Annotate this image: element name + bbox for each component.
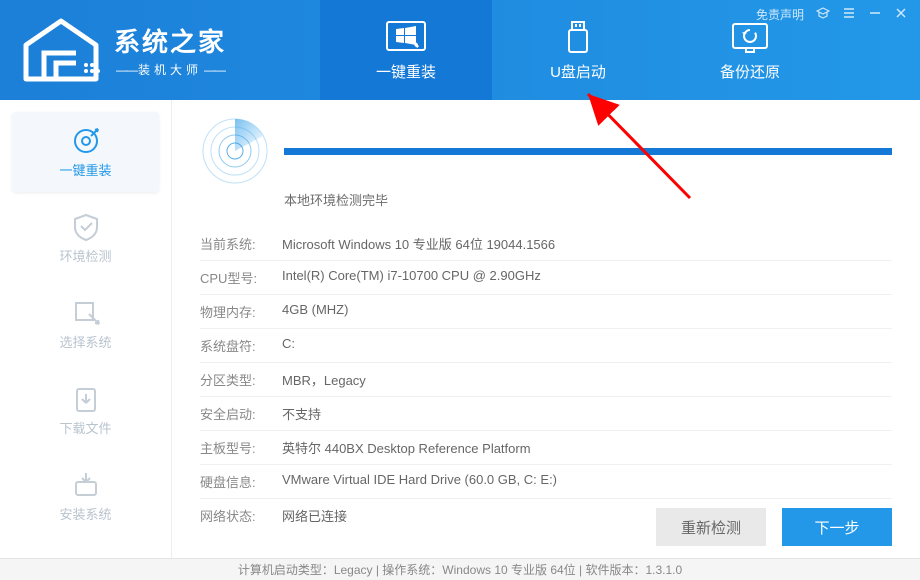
- minimize-button[interactable]: [868, 6, 882, 23]
- action-buttons: 重新检测 下一步: [656, 508, 892, 546]
- tab-reinstall[interactable]: 一键重装: [320, 0, 492, 100]
- sidebar: 一键重装 环境检测 选择系统 下载文件 安装系统: [0, 100, 172, 558]
- logo-subtitle: 装机大师: [114, 61, 226, 78]
- menu-icon[interactable]: [842, 6, 856, 23]
- info-row: CPU型号:Intel(R) Core(TM) i7-10700 CPU @ 2…: [200, 261, 892, 295]
- titlebar: 免责声明: [756, 6, 908, 23]
- sidebar-item-reinstall[interactable]: 一键重装: [12, 112, 159, 192]
- sidebar-item-label: 一键重装: [59, 160, 111, 179]
- scan-status: 本地环境检测完毕: [284, 190, 892, 209]
- main-panel: 本地环境检测完毕 当前系统:Microsoft Windows 10 专业版 6…: [172, 100, 920, 558]
- usb-icon: [556, 19, 600, 55]
- shield-icon: [71, 212, 101, 242]
- download-icon: [71, 384, 101, 414]
- sidebar-item-label: 环境检测: [59, 246, 111, 265]
- sidebar-item-select-system[interactable]: 选择系统: [12, 284, 159, 364]
- windows-icon: [384, 19, 428, 55]
- system-info: 当前系统:Microsoft Windows 10 专业版 64位 19044.…: [200, 227, 892, 532]
- target-icon: [71, 126, 101, 156]
- graduation-icon[interactable]: [816, 6, 830, 23]
- body: 一键重装 环境检测 选择系统 下载文件 安装系统: [0, 100, 920, 558]
- logo: 系统之家 装机大师: [0, 15, 320, 85]
- info-row: 当前系统:Microsoft Windows 10 专业版 64位 19044.…: [200, 227, 892, 261]
- tab-reinstall-label: 一键重装: [376, 61, 436, 82]
- sidebar-item-download[interactable]: 下载文件: [12, 370, 159, 450]
- info-row: 分区类型:MBR，Legacy: [200, 363, 892, 397]
- close-button[interactable]: [894, 6, 908, 23]
- info-row: 系统盘符:C:: [200, 329, 892, 363]
- sidebar-item-label: 安装系统: [59, 504, 111, 523]
- info-row: 物理内存:4GB (MHZ): [200, 295, 892, 329]
- disclaimer-link[interactable]: 免责声明: [756, 6, 804, 23]
- backup-icon: [728, 19, 772, 55]
- sidebar-item-label: 下载文件: [59, 418, 111, 437]
- sidebar-item-label: 选择系统: [59, 332, 111, 351]
- sidebar-item-env-check[interactable]: 环境检测: [12, 198, 159, 278]
- sidebar-item-install[interactable]: 安装系统: [12, 456, 159, 536]
- tab-usb-boot[interactable]: U盘启动: [492, 0, 664, 100]
- logo-title: 系统之家: [114, 22, 226, 59]
- info-row: 安全启动:不支持: [200, 397, 892, 431]
- next-button[interactable]: 下一步: [782, 508, 892, 546]
- tab-usb-boot-label: U盘启动: [550, 61, 606, 82]
- scan-row: [200, 116, 892, 186]
- info-row: 硬盘信息:VMware Virtual IDE Hard Drive (60.0…: [200, 465, 892, 499]
- statusbar: 计算机启动类型：Legacy | 操作系统：Windows 10 专业版 64位…: [0, 558, 920, 580]
- progress-bar: [284, 148, 892, 155]
- logo-icon: [16, 15, 106, 85]
- header: 系统之家 装机大师 一键重装 U盘启动: [0, 0, 920, 100]
- select-icon: [71, 298, 101, 328]
- install-icon: [71, 470, 101, 500]
- tab-backup-restore-label: 备份还原: [720, 61, 780, 82]
- redetect-button[interactable]: 重新检测: [656, 508, 766, 546]
- info-row: 主板型号:英特尔 440BX Desktop Reference Platfor…: [200, 431, 892, 465]
- radar-icon: [200, 116, 270, 186]
